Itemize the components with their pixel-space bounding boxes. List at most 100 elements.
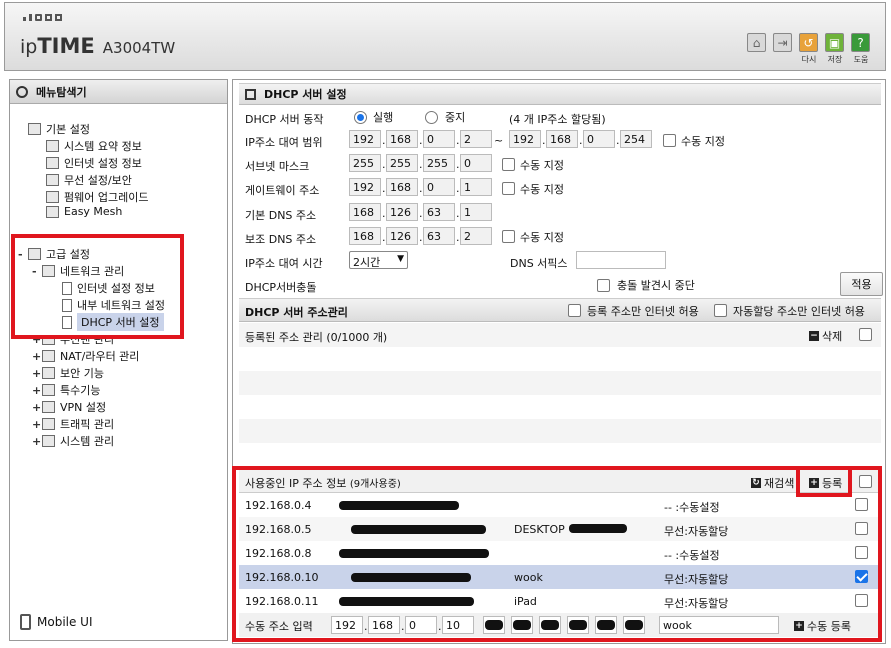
octet-separator: . xyxy=(579,134,583,147)
gateway-octet-4[interactable]: 1 xyxy=(460,178,492,196)
octet-separator: . xyxy=(456,134,460,147)
octet-separator: . xyxy=(456,207,460,220)
settings-page-icon xyxy=(245,88,256,100)
tree-label: 특수기능 xyxy=(60,384,101,397)
tree-item-system-summary[interactable]: 시스템 요약 정보 xyxy=(46,138,142,154)
dns2-octet-1[interactable]: 168 xyxy=(349,227,381,245)
registered-empty-row xyxy=(239,419,881,443)
subnet-label: 서브넷 마스크 xyxy=(245,160,310,173)
restart-label: 다시 xyxy=(801,55,817,64)
menu-explorer-label: 메뉴탐색기 xyxy=(36,85,87,99)
gateway-octet-3[interactable]: 0 xyxy=(423,178,455,196)
save-label: 저장 xyxy=(827,55,843,64)
firmware-icon xyxy=(46,191,59,203)
gateway-label: 게이트웨이 주소 xyxy=(245,184,320,197)
dns1-octet-4[interactable]: 1 xyxy=(460,203,492,221)
help-button[interactable]: ? 도움 xyxy=(851,33,871,65)
dns2-octet-2[interactable]: 126 xyxy=(386,227,418,245)
delete-button[interactable]: − 삭제 xyxy=(809,328,842,344)
tree-special[interactable]: + 특수기능 xyxy=(32,382,100,398)
conflict-stop-checkbox[interactable] xyxy=(597,279,610,292)
range-end-octet-2[interactable]: 168 xyxy=(546,130,578,148)
octet-separator: . xyxy=(456,158,460,171)
manual-label: 수동 지정 xyxy=(681,135,725,148)
dns2-octet-3[interactable]: 63 xyxy=(423,227,455,245)
tree-item-firmware[interactable]: 펌웨어 업그레이드 xyxy=(46,189,148,205)
range-start-octet-4[interactable]: 2 xyxy=(460,130,492,148)
range-end-octet-4[interactable]: 254 xyxy=(620,130,652,148)
registered-label: 등록된 주소 관리 (0/1000 개) xyxy=(245,331,388,344)
logout-button[interactable]: ⇥ xyxy=(773,33,793,54)
octet-separator: . xyxy=(419,158,423,171)
tree-label: 트래픽 관리 xyxy=(60,418,115,431)
gateway-octet-2[interactable]: 168 xyxy=(386,178,418,196)
restart-button[interactable]: ↺ 다시 xyxy=(799,33,819,65)
system-icon xyxy=(42,435,55,447)
dns1-octet-2[interactable]: 126 xyxy=(386,203,418,221)
home-icon: ⌂ xyxy=(747,33,766,52)
dns1-octet-3[interactable]: 63 xyxy=(423,203,455,221)
tree-traffic[interactable]: + 트래픽 관리 xyxy=(32,416,114,432)
logout-icon: ⇥ xyxy=(773,33,792,52)
range-start-octet-1[interactable]: 192 xyxy=(349,130,381,148)
tree-item-easy-mesh[interactable]: Easy Mesh xyxy=(46,205,122,218)
only-registered-checkbox[interactable] xyxy=(568,304,581,317)
subnet-octet-4[interactable]: 0 xyxy=(460,154,492,172)
gateway-manual-checkbox[interactable] xyxy=(502,182,515,195)
dhcp-title-bar: DHCP 서버 설정 xyxy=(239,83,881,105)
tree-label: 시스템 관리 xyxy=(60,435,115,448)
phone-icon xyxy=(20,614,31,630)
manual-label: 수동 지정 xyxy=(520,231,564,244)
range-end-octet-3[interactable]: 0 xyxy=(583,130,615,148)
only-auto-checkbox[interactable] xyxy=(714,304,727,317)
range-start-octet-3[interactable]: 0 xyxy=(423,130,455,148)
help-icon: ? xyxy=(851,33,870,52)
range-end-octet-1[interactable]: 192 xyxy=(509,130,541,148)
tree-label: VPN 설정 xyxy=(60,401,107,414)
dns-suffix-label: DNS 서픽스 xyxy=(510,257,568,270)
tree-system-mgmt[interactable]: + 시스템 관리 xyxy=(32,433,114,449)
dns-suffix-input[interactable] xyxy=(576,251,666,269)
tree-item-internet-info[interactable]: 인터넷 설정 정보 xyxy=(46,155,142,171)
conflict-label: DHCP서버충돌 xyxy=(245,281,317,294)
dns2-octet-4[interactable]: 2 xyxy=(460,227,492,245)
tree-basic-settings[interactable]: 기본 설정 xyxy=(28,121,90,137)
subnet-octet-3[interactable]: 255 xyxy=(423,154,455,172)
subnet-manual-checkbox[interactable] xyxy=(502,158,515,171)
range-start-octet-2[interactable]: 168 xyxy=(386,130,418,148)
range-manual-checkbox[interactable] xyxy=(663,134,676,147)
gateway-octet-1[interactable]: 192 xyxy=(349,178,381,196)
radio-stop[interactable] xyxy=(425,111,438,124)
octet-separator: . xyxy=(419,182,423,195)
subnet-octet-2[interactable]: 255 xyxy=(386,154,418,172)
tree-item-wireless[interactable]: 무선 설정/보안 xyxy=(46,172,132,188)
octet-separator: . xyxy=(542,134,546,147)
dns1-octet-1[interactable]: 168 xyxy=(349,203,381,221)
highlight-box-menu xyxy=(11,234,184,339)
dns2-manual-checkbox[interactable] xyxy=(502,230,515,243)
tree-label: Easy Mesh xyxy=(64,205,123,218)
tree-label: 무선 설정/보안 xyxy=(64,174,132,187)
range-tilde: ~ xyxy=(494,134,504,147)
logo-dots xyxy=(23,14,62,21)
octet-separator: . xyxy=(456,231,460,244)
octet-separator: . xyxy=(419,134,423,147)
tree-label: 기본 설정 xyxy=(46,123,90,136)
registered-empty-row xyxy=(239,371,881,395)
tree-security[interactable]: + 보안 기능 xyxy=(32,365,104,381)
operation-label: DHCP 서버 동작 xyxy=(245,113,324,126)
lease-select[interactable]: 2시간 ▼ xyxy=(349,251,408,269)
home-button[interactable]: ⌂ xyxy=(747,33,767,54)
tree-nat-router[interactable]: + NAT/라우터 관리 xyxy=(32,348,139,364)
octet-separator: . xyxy=(419,231,423,244)
dns2-label: 보조 DNS 주소 xyxy=(245,233,317,246)
apply-button[interactable]: 적용 xyxy=(840,272,883,296)
subnet-octet-1[interactable]: 255 xyxy=(349,154,381,172)
save-button[interactable]: ▣ 저장 xyxy=(825,33,845,65)
menu-explorer: 메뉴탐색기 기본 설정 시스템 요약 정보 인터넷 설정 정보 무선 설정/보안… xyxy=(9,79,228,641)
registered-select-all-checkbox[interactable] xyxy=(859,328,872,341)
tree-vpn[interactable]: + VPN 설정 xyxy=(32,399,106,415)
registered-header: 등록된 주소 관리 (0/1000 개) − 삭제 xyxy=(239,323,881,347)
radio-run[interactable] xyxy=(354,111,367,124)
mobile-ui-link[interactable]: Mobile UI xyxy=(20,614,93,630)
